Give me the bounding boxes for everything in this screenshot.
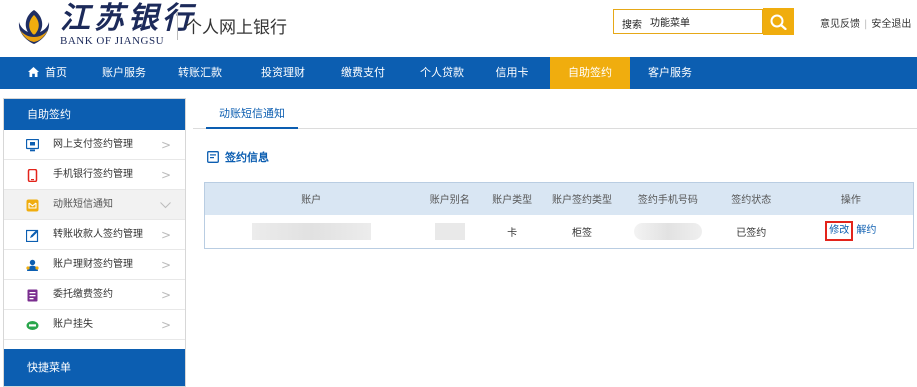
chevron-right-icon: > [160, 168, 171, 182]
search-button[interactable] [763, 8, 794, 35]
cell-actions: 修改 解约 [789, 215, 914, 249]
tab-sms-notification[interactable]: 动账短信通知 [206, 98, 298, 129]
search-input[interactable] [650, 13, 758, 30]
sidebar-item-label: 动账短信通知 [53, 199, 113, 210]
modify-link[interactable]: 修改 [825, 221, 854, 242]
nav-item-customer-service[interactable]: 客户服务 [640, 57, 700, 89]
nav-item-self-service-signing[interactable]: 自助签约 [550, 57, 630, 89]
header-account-type: 账户类型 [482, 182, 543, 215]
sidebar-item-label: 网上支付签约管理 [53, 139, 133, 150]
message-icon [26, 199, 39, 212]
table-row: 卡 柜签 已签约 修改 解约 [205, 215, 914, 249]
header-actions: 操作 [788, 182, 914, 215]
header-status: 签约状态 [713, 182, 789, 215]
redacted-phone [633, 222, 702, 240]
redacted-alias [434, 222, 465, 240]
document-edit-icon [207, 151, 219, 163]
table-header-row: 账户 账户别名 账户类型 账户签约类型 签约手机号码 签约状态 操作 [204, 182, 914, 215]
sidebar-item-label: 账户理财签约管理 [53, 259, 133, 270]
sidebar-item-entrusted-payment[interactable]: 委托缴费签约 > [4, 280, 185, 310]
nav-item-payment[interactable]: 缴费支付 [334, 57, 392, 89]
chevron-right-icon: > [160, 228, 171, 242]
search-box[interactable]: 搜索 [613, 9, 763, 34]
sidebar-item-label: 转账收款人签约管理 [53, 229, 143, 240]
home-icon [28, 67, 39, 77]
nav-item-loans[interactable]: 个人贷款 [412, 57, 472, 89]
chevron-right-icon: > [160, 318, 171, 332]
site-subtitle: 个人网上银行 [185, 18, 287, 38]
document-icon [27, 289, 38, 302]
main-content: 动账短信通知 签约信息 账户 账户别名 账户类型 账户签约类型 签约手机号码 签… [193, 98, 917, 387]
section-title-label: 签约信息 [225, 151, 269, 164]
sidebar-item-sms-notification[interactable]: 动账短信通知 [4, 190, 185, 220]
cell-phone [622, 215, 714, 249]
link-separator: | [864, 19, 868, 30]
tab-bar: 动账短信通知 [193, 98, 917, 129]
nav-item-credit-card[interactable]: 信用卡 [490, 57, 534, 89]
main-nav: 首页 账户服务 转账汇款 投资理财 缴费支付 个人贷款 信用卡 自助签约 客户服… [0, 57, 917, 89]
nav-item-account-services[interactable]: 账户服务 [96, 57, 152, 89]
search-icon [770, 14, 787, 30]
cell-account [205, 215, 418, 249]
sidebar-item-label: 账户挂失 [53, 319, 93, 330]
phone-icon [27, 169, 38, 182]
chevron-right-icon: > [160, 258, 171, 272]
logo-text-cn: 江苏银行 [60, 1, 196, 36]
cell-sign-type: 柜签 [571, 227, 592, 239]
cell-alias [417, 215, 482, 249]
sidebar-item-wealth-signing[interactable]: 账户理财签约管理 > [4, 250, 185, 280]
redacted-account [251, 222, 371, 240]
sidebar-item-online-payment[interactable]: 网上支付签约管理 > [4, 130, 185, 160]
chevron-down-icon [160, 190, 171, 220]
sign-info-table: 账户 账户别名 账户类型 账户签约类型 签约手机号码 签约状态 操作 卡 柜签 … [204, 182, 914, 249]
cancel-sign-link[interactable]: 解约 [856, 225, 876, 236]
sidebar-item-mobile-banking[interactable]: 手机银行签约管理 > [4, 160, 185, 190]
sidebar-item-label: 委托缴费签约 [53, 289, 113, 300]
logo-text-en: BANK OF JIANGSU [60, 35, 165, 47]
nav-label: 首页 [45, 66, 67, 79]
users-icon [26, 259, 39, 271]
chevron-right-icon: > [160, 138, 171, 152]
chevron-right-icon: > [160, 288, 171, 302]
monitor-icon [26, 139, 39, 152]
top-links: 意见反馈 | 安全退出 [820, 15, 911, 30]
sidebar-item-report-loss[interactable]: 账户挂失 > [4, 310, 185, 340]
edit-icon [26, 229, 39, 242]
quick-menu-header[interactable]: 快捷菜单 [4, 349, 185, 386]
header-phone: 签约手机号码 [621, 182, 714, 215]
sidebar-title: 自助签约 [4, 99, 185, 130]
nav-item-home[interactable]: 首页 [25, 57, 70, 89]
cell-status: 已签约 [736, 227, 767, 239]
header-account: 账户 [204, 182, 418, 215]
sidebar: 自助签约 网上支付签约管理 > 手机银行签约管理 > 动账短信通知 转账收款人签… [3, 98, 186, 387]
logo-divider [177, 12, 178, 40]
page-header: 江苏银行 BANK OF JIANGSU 个人网上银行 搜索 意见反馈 |安全退出 [0, 0, 917, 57]
search-label: 搜索 [622, 20, 642, 31]
bank-logo-icon [18, 10, 50, 44]
nav-item-investment[interactable]: 投资理财 [254, 57, 312, 89]
card-icon [26, 321, 39, 330]
header-alias: 账户别名 [417, 182, 483, 215]
header-sign-type: 账户签约类型 [542, 182, 622, 215]
section-title: 签约信息 [207, 149, 269, 165]
feedback-link[interactable]: 意见反馈 [820, 19, 860, 30]
sidebar-item-payee-signing[interactable]: 转账收款人签约管理 > [4, 220, 185, 250]
cell-account-type: 卡 [507, 227, 518, 239]
nav-item-transfer[interactable]: 转账汇款 [171, 57, 229, 89]
logout-link[interactable]: 安全退出 [871, 19, 911, 30]
sidebar-item-label: 手机银行签约管理 [53, 169, 133, 180]
